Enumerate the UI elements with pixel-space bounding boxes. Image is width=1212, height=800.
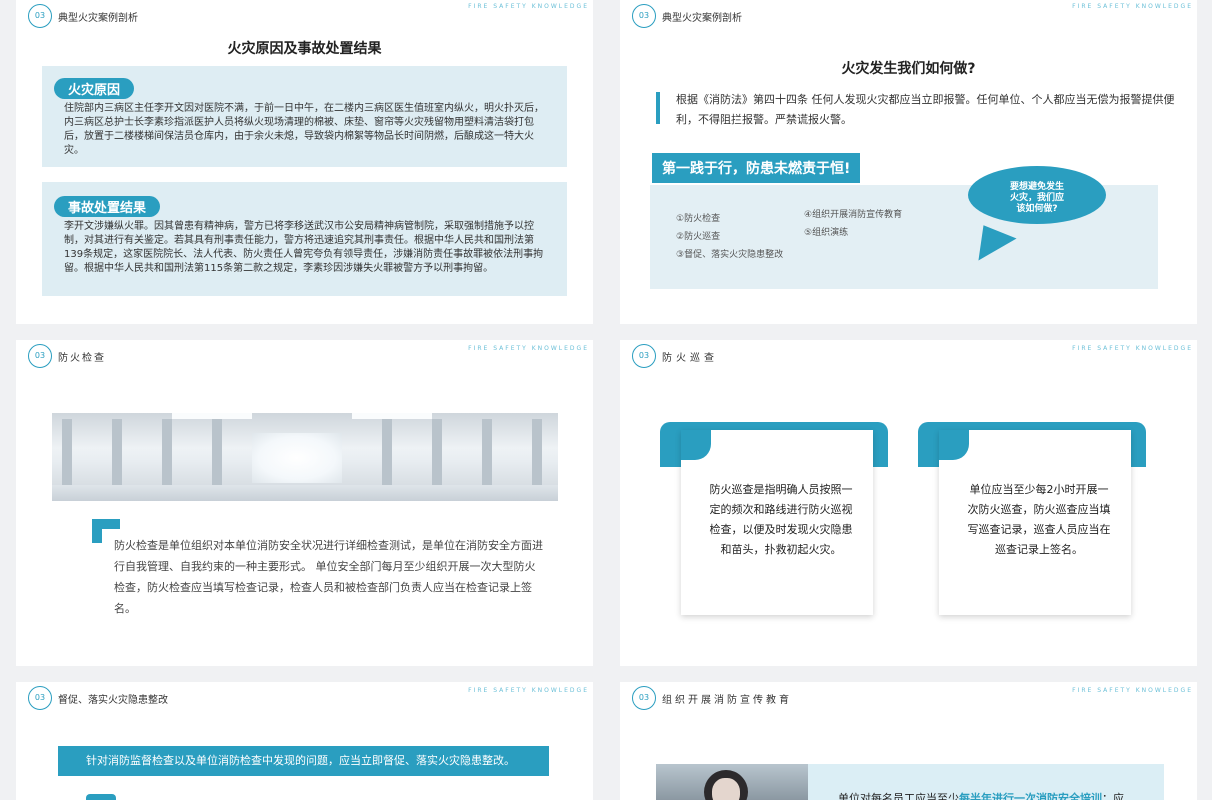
- slide-fire-patrol[interactable]: 03 防火巡查 FIRE SAFETY KNOWLEDGE 防火巡查是指明确人员…: [620, 340, 1197, 666]
- bubble-line: 火灾，我们应: [1009, 193, 1064, 203]
- measures-banner: 第一践于行，防患未燃责于恒!: [652, 153, 861, 183]
- watermark-text: FIRE SAFETY KNOWLEDGE: [1072, 345, 1193, 352]
- cause-text: 住院部内三病区主任李开文因对医院不满，于前一日中午，在二楼内三病区医生值班室内纵…: [64, 103, 544, 156]
- slide-fire-inspection[interactable]: 03 防火检查 FIRE SAFETY KNOWLEDGE 防火检查是单位组织对…: [16, 340, 593, 666]
- patrol-definition-card: 防火巡查是指明确人员按照一定的频次和路线进行防火巡视检查，以便及时发现火灾隐患和…: [681, 430, 873, 615]
- result-text: 李开文涉嫌纵火罪。因其曾患有精神病，警方已将李移送武汉市公安局精神病管制院，采取…: [64, 221, 544, 274]
- list-item: ③督促、落实火灾隐患整改: [676, 250, 784, 260]
- list-item: ①防火检查: [676, 214, 721, 224]
- section-title: 组织开展消防宣传教育: [662, 695, 792, 706]
- slide-title: 火灾原因及事故处置结果: [227, 41, 382, 57]
- slide-safety-education[interactable]: 03 组织开展消防宣传教育 FIRE SAFETY KNOWLEDGE 单位对每…: [620, 682, 1197, 800]
- section-badge: 03: [632, 686, 656, 710]
- section-badge: 03: [28, 686, 52, 710]
- cause-panel: 火灾原因 住院部内三病区主任李开文因对医院不满，于前一日中午，在二楼内三病区医生…: [42, 66, 567, 167]
- list-item: ②防火巡查: [676, 232, 721, 242]
- bubble-line: 要想避免发生: [1009, 182, 1064, 192]
- result-panel: 事故处置结果 李开文涉嫌纵火罪。因其曾患有精神病，警方已将李移送武汉市公安局精神…: [42, 182, 567, 296]
- watermark-text: FIRE SAFETY KNOWLEDGE: [1072, 3, 1193, 10]
- slide-title: 火灾发生我们如何做?: [841, 61, 976, 77]
- highlight-text: 每半年进行一次消防安全培训: [959, 792, 1102, 800]
- item-marker: [86, 794, 116, 800]
- card-corner-icon: [681, 430, 711, 460]
- section-title: 典型火灾案例剖析: [58, 13, 138, 24]
- watermark-text: FIRE SAFETY KNOWLEDGE: [1072, 687, 1193, 694]
- hospital-corridor-image: [52, 413, 558, 501]
- result-label: 事故处置结果: [54, 196, 161, 217]
- slide-case-cause[interactable]: 03 典型火灾案例剖析 FIRE SAFETY KNOWLEDGE 火灾原因及事…: [16, 0, 593, 324]
- section-badge: 03: [632, 4, 656, 28]
- patrol-frequency-card: 单位应当至少每2小时开展一次防火巡查，防火巡查应当填写巡查记录，巡查人员应当在巡…: [939, 430, 1131, 615]
- section-title: 典型火灾案例剖析: [662, 13, 742, 24]
- text-segment: 单位对每名员工应当至少: [838, 792, 959, 800]
- section-title: 防火检查: [58, 353, 106, 364]
- measures-list-right: ④组织开展消防宣传教育 ⑤组织演练: [804, 206, 902, 242]
- law-text: 根据《消防法》第四十四条 任何人发现火灾都应当立即报警。任何单位、个人都应当无偿…: [676, 93, 1175, 126]
- education-text: 单位对每名员工应当至少每半年进行一次消防安全培训；应: [838, 790, 1124, 800]
- watermark-text: FIRE SAFETY KNOWLEDGE: [468, 3, 589, 10]
- section-title: 防火巡查: [662, 353, 718, 364]
- speech-bubble: 要想避免发生 火灾，我们应 该如何做?: [968, 166, 1106, 224]
- cause-label: 火灾原因: [54, 78, 135, 99]
- bubble-line: 该如何做?: [1016, 204, 1058, 214]
- card-text: 防火巡查是指明确人员按照一定的频次和路线进行防火巡视检查，以便及时发现火灾隐患和…: [709, 483, 853, 556]
- section-badge: 03: [28, 4, 52, 28]
- list-item: ④组织开展消防宣传教育: [804, 210, 903, 220]
- slide-grid: 03 典型火灾案例剖析 FIRE SAFETY KNOWLEDGE 火灾原因及事…: [0, 0, 1212, 800]
- section-badge: 03: [632, 344, 656, 368]
- slide-hazard-rectification[interactable]: 03 督促、落实火灾隐患整改 FIRE SAFETY KNOWLEDGE 针对消…: [16, 682, 593, 800]
- inspection-text: 防火检查是单位组织对本单位消防安全状况进行详细检查测试，是单位在消防安全方面进行…: [114, 539, 543, 615]
- accent-bar: [656, 92, 660, 124]
- watermark-text: FIRE SAFETY KNOWLEDGE: [468, 687, 589, 694]
- slide-what-to-do[interactable]: 03 典型火灾案例剖析 FIRE SAFETY KNOWLEDGE 火灾发生我们…: [620, 0, 1197, 324]
- watermark-text: FIRE SAFETY KNOWLEDGE: [468, 345, 589, 352]
- rectification-banner: 针对消防监督检查以及单位消防检查中发现的问题，应当立即督促、落实火灾隐患整改。: [58, 746, 549, 776]
- measures-list-left: ①防火检查 ②防火巡查 ③督促、落实火灾隐患整改: [676, 210, 783, 264]
- card-corner-icon: [939, 430, 969, 460]
- nurse-photo: [656, 764, 808, 800]
- section-badge: 03: [28, 344, 52, 368]
- section-title: 督促、落实火灾隐患整改: [58, 695, 168, 706]
- text-segment: ；应: [1102, 792, 1124, 800]
- card-text: 单位应当至少每2小时开展一次防火巡查，防火巡查应当填写巡查记录，巡查人员应当在巡…: [967, 483, 1111, 556]
- list-item: ⑤组织演练: [804, 228, 849, 238]
